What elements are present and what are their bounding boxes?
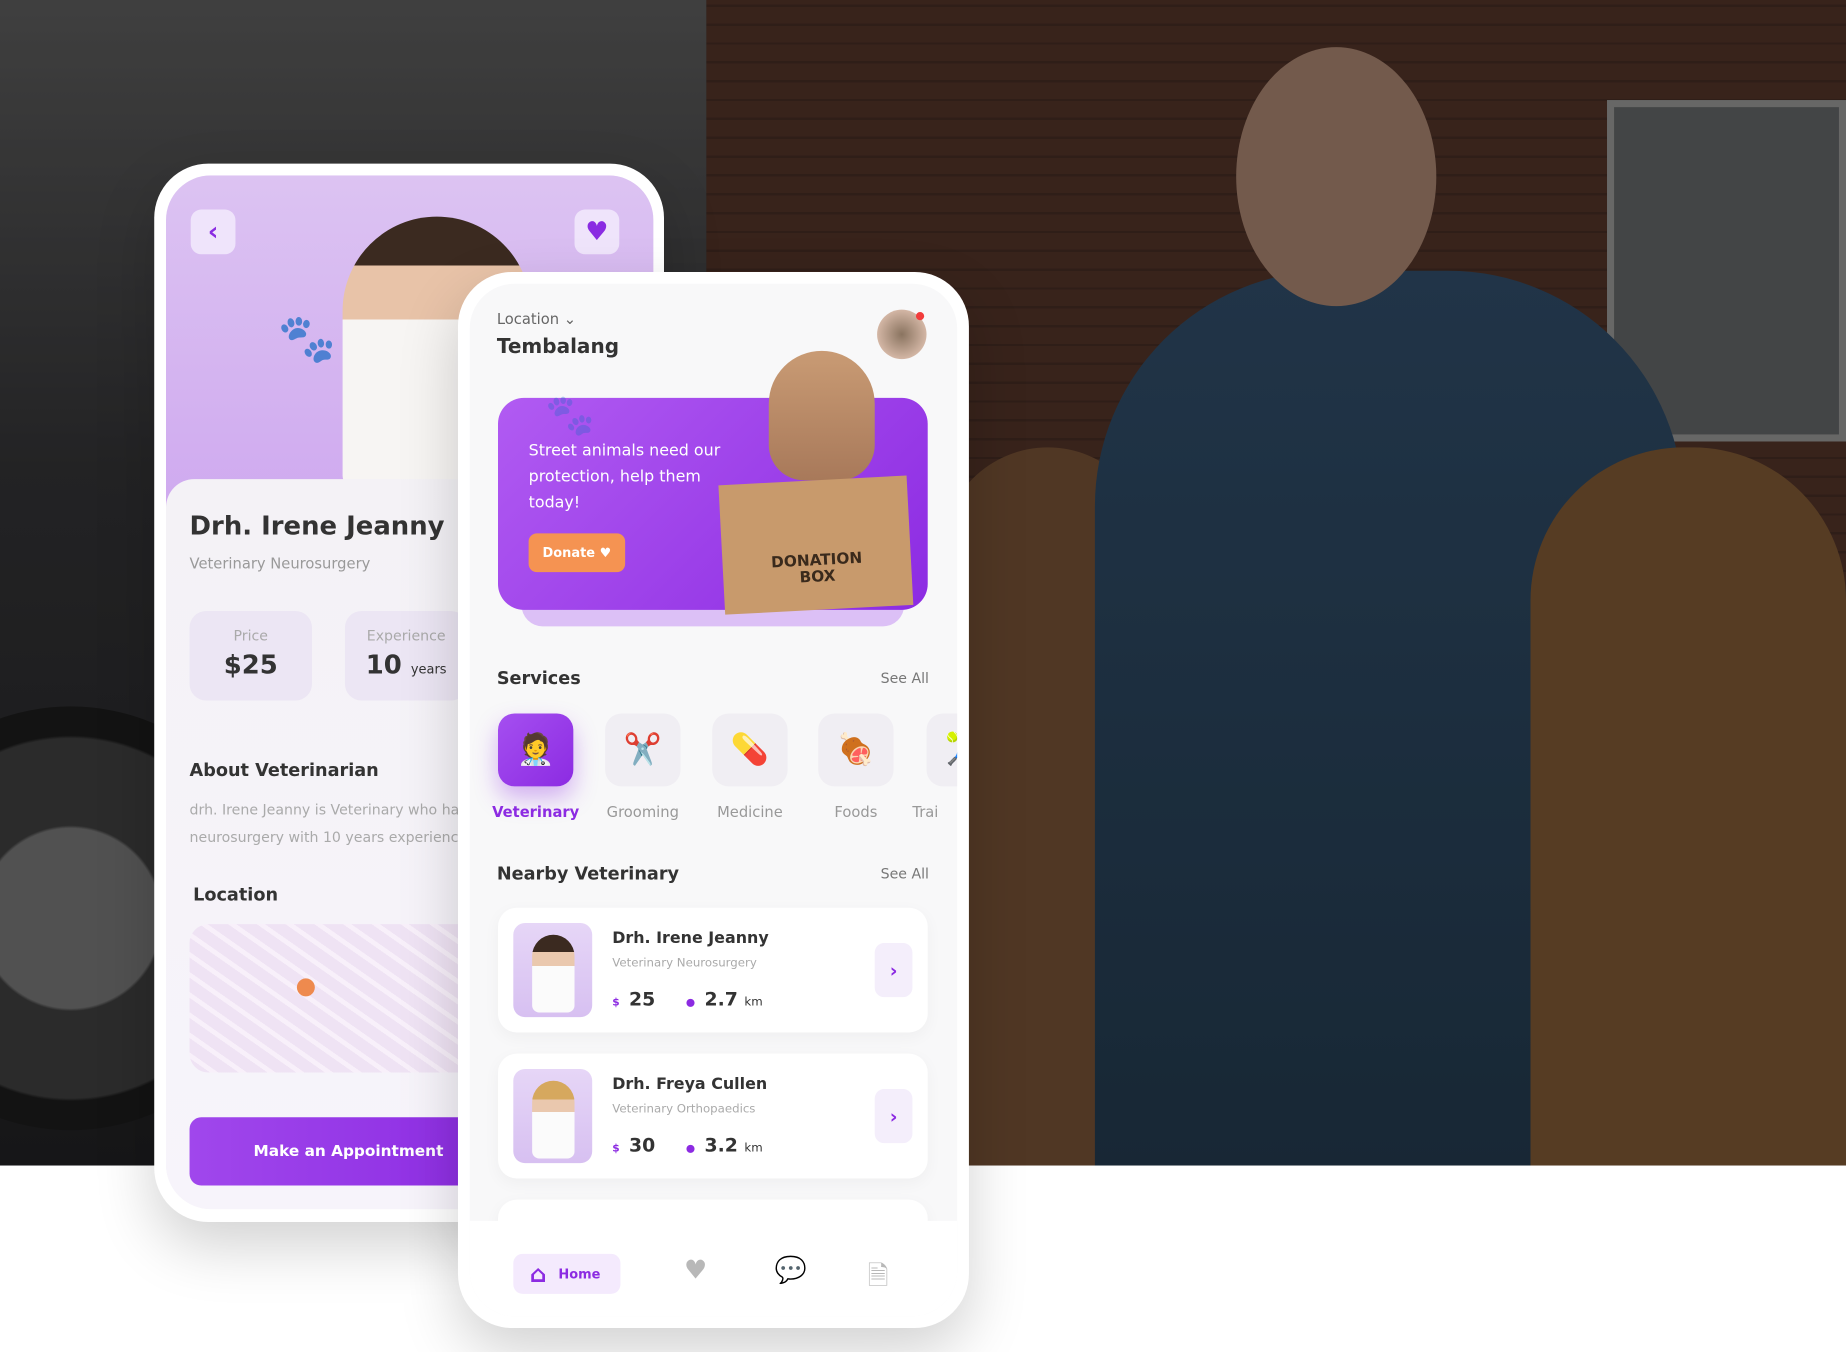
donation-banner: 🐾 Street animals need our protection, he… — [497, 350, 928, 615]
banner-line2: protection, help them — [528, 467, 701, 487]
service-label: Medicine — [717, 802, 783, 821]
home-phone: Location ⌄ Tembalang 🐾 Street animals ne… — [457, 271, 969, 1328]
chevron-left-icon: ‹ — [207, 217, 219, 247]
service-label: Grooming — [606, 802, 679, 821]
location-title: Location — [193, 884, 279, 906]
map-pin-icon: ● — [295, 971, 317, 1000]
nav-document-icon[interactable]: 🗎 — [868, 1256, 889, 1301]
services-title: Services — [496, 667, 581, 689]
about-text-line2: neurosurgery with 10 years experience — [189, 828, 468, 846]
back-button[interactable]: ‹ — [190, 209, 236, 255]
notification-dot — [915, 311, 925, 321]
experience-stat: Experience 10 years — [344, 611, 468, 701]
card-price: 30 — [628, 1133, 656, 1157]
banner-line3: today! — [528, 493, 581, 513]
service-foods[interactable]: 🍖 Foods — [818, 713, 894, 821]
food-bag-icon: 🍖 — [818, 713, 894, 787]
card-specialty: Veterinary Orthopaedics — [612, 1103, 756, 1117]
nav-chat-icon[interactable]: 💬 — [775, 1256, 807, 1285]
service-label: Trai — [912, 802, 939, 821]
donation-box: DONATION BOX — [718, 475, 914, 615]
scissors-icon: ✂️ — [605, 713, 681, 787]
medicine-icon: 💊 — [712, 713, 788, 787]
nearby-card[interactable]: Drh. Freya Cullen Veterinary Orthopaedic… — [497, 1053, 928, 1179]
doctor-specialty: Veterinary Neurosurgery — [189, 554, 371, 573]
home-icon: ⌂ — [529, 1259, 547, 1288]
chevron-right-button[interactable]: › — [874, 1089, 913, 1144]
donate-label: Donate — [542, 545, 596, 561]
service-veterinary[interactable]: 🧑‍⚕️ Veterinary — [492, 713, 579, 821]
price-label: Price — [233, 627, 269, 644]
price-stat: Price $25 — [189, 611, 312, 701]
bottom-nav: ⌂ Home ♥ 💬 🗎 — [469, 1220, 958, 1317]
nearby-card[interactable]: Drh. Irene Jeanny Veterinary Neurosurger… — [497, 907, 928, 1033]
nav-home-label: Home — [558, 1266, 601, 1282]
location-dropdown[interactable]: Location ⌄ — [497, 310, 576, 328]
dollar-icon: $ — [612, 1143, 620, 1155]
heart-icon: ♥ — [585, 217, 609, 247]
card-unit: km — [744, 995, 763, 1009]
chevron-right-button[interactable]: › — [874, 943, 913, 998]
card-name: Drh. Irene Jeanny — [612, 928, 769, 948]
veterinarian-icon: 🧑‍⚕️ — [497, 713, 574, 787]
paw-icon: 🐾 — [545, 392, 595, 440]
card-price: 25 — [628, 987, 656, 1011]
card-unit: km — [744, 1141, 763, 1155]
dog-photo — [768, 350, 875, 481]
pin-icon: ● — [685, 1143, 696, 1155]
doctor-photo — [513, 1068, 593, 1164]
donate-button[interactable]: Donate ♥ — [528, 533, 626, 573]
nav-heart-icon[interactable]: ♥ — [684, 1256, 707, 1285]
about-text-line1: drh. Irene Jeanny is Veterinary who has — [189, 801, 467, 819]
location-label: Location — [496, 309, 560, 328]
nearby-title: Nearby Veterinary — [496, 862, 680, 885]
card-distance: 3.2 — [704, 1133, 738, 1157]
services-see-all[interactable]: See All — [881, 670, 929, 686]
card-distance: 2.7 — [704, 987, 738, 1011]
about-title: About Veterinarian — [189, 759, 379, 781]
banner-text: Street animals need our protection, help… — [529, 438, 721, 516]
service-label: Veterinary — [492, 802, 580, 821]
banner-line1: Street animals need our — [528, 441, 721, 461]
pin-icon: ● — [685, 997, 696, 1009]
experience-value: 10 — [365, 651, 402, 681]
training-icon: 🎾 — [926, 713, 958, 787]
service-medicine[interactable]: 💊 Medicine — [712, 713, 788, 821]
doctor-photo — [513, 923, 593, 1018]
avatar[interactable] — [877, 309, 927, 360]
experience-unit: years — [410, 661, 447, 677]
card-specialty: Veterinary Neurosurgery — [612, 957, 757, 971]
location-map[interactable]: ● — [189, 924, 496, 1073]
location-value: Tembalang — [496, 335, 620, 360]
nearby-see-all[interactable]: See All — [881, 865, 929, 881]
experience-label: Experience — [366, 627, 446, 644]
service-grooming[interactable]: ✂️ Grooming — [605, 713, 681, 821]
service-training[interactable]: 🎾 Trai — [912, 713, 958, 821]
doctor-name: Drh. Irene Jeanny — [189, 512, 445, 542]
favorite-button[interactable]: ♥ — [574, 209, 620, 255]
nav-home[interactable]: ⌂ Home — [513, 1253, 621, 1294]
price-value: $25 — [223, 651, 278, 681]
service-label: Foods — [834, 802, 878, 821]
dollar-icon: $ — [612, 997, 620, 1009]
paw-icon: 🐾 — [277, 311, 337, 367]
chevron-down-icon: ⌄ — [563, 309, 577, 328]
heart-icon: ♥ — [599, 545, 612, 561]
card-name: Drh. Freya Cullen — [612, 1074, 768, 1094]
